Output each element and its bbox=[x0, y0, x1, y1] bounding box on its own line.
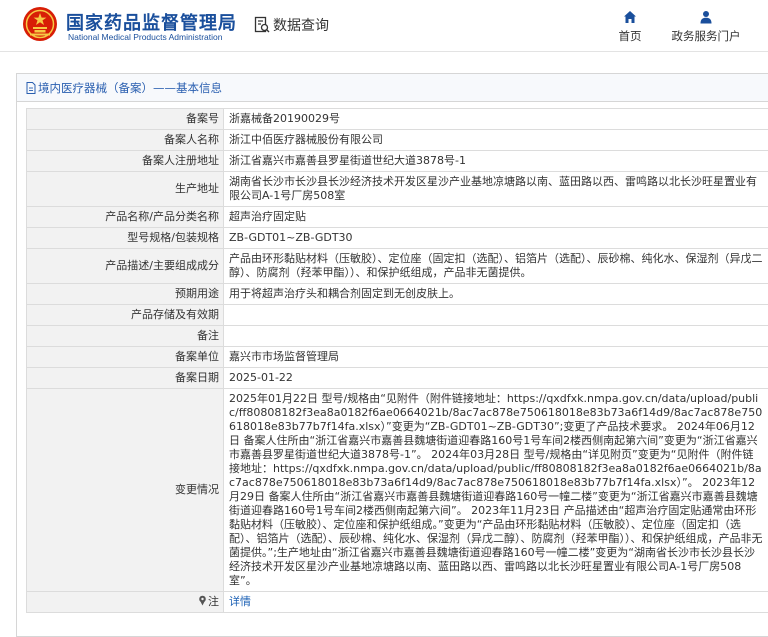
table-row: 备案单位 嘉兴市市场监督管理局 bbox=[26, 346, 768, 368]
field-label: 备案日期 bbox=[26, 367, 224, 389]
data-query-heading: 数据查询 bbox=[254, 15, 329, 35]
details-link[interactable]: 详情 bbox=[229, 595, 251, 608]
field-label: 型号规格/包装规格 bbox=[26, 227, 224, 249]
field-value bbox=[223, 304, 768, 326]
table-row: 备案人注册地址 浙江省嘉兴市嘉善县罗星街道世纪大道3878号-1 bbox=[26, 150, 768, 172]
nav-home-label: 首页 bbox=[618, 29, 642, 43]
field-value: 用于将超声治疗头和耦合剂固定到无创皮肤上。 bbox=[223, 283, 768, 305]
field-value: 湖南省长沙市长沙县长沙经济技术开发区星沙产业基地凉塘路以南、蓝田路以西、雷鸣路以… bbox=[223, 171, 768, 207]
field-value: 浙嘉械备20190029号 bbox=[223, 108, 768, 130]
record-panel: 境内医疗器械（备案）——基本信息 备案号 浙嘉械备20190029号 备案人名称… bbox=[16, 73, 768, 637]
table-row: 产品存储及有效期 bbox=[26, 304, 768, 326]
home-icon bbox=[624, 11, 636, 23]
record-detail-table: 备案号 浙嘉械备20190029号 备案人名称 浙江中佰医疗器械股份有限公司 备… bbox=[26, 108, 768, 613]
field-label: 产品名称/产品分类名称 bbox=[26, 206, 224, 228]
national-emblem-icon bbox=[23, 7, 57, 41]
field-label: 产品描述/主要组成成分 bbox=[26, 248, 224, 284]
site-header: 国家药品监督管理局 National Medical Products Admi… bbox=[0, 0, 768, 52]
field-label: 生产地址 bbox=[26, 171, 224, 207]
table-row: 生产地址 湖南省长沙市长沙县长沙经济技术开发区星沙产业基地凉塘路以南、蓝田路以西… bbox=[26, 171, 768, 207]
nav-government-services-label: 政务服务门户 bbox=[671, 29, 741, 43]
document-icon bbox=[26, 82, 36, 94]
site-logo-subtitle[interactable]: National Medical Products Administration bbox=[68, 32, 223, 42]
field-label: 备案人注册地址 bbox=[26, 150, 224, 172]
field-label: 预期用途 bbox=[26, 283, 224, 305]
nav-home[interactable]: 首页 bbox=[614, 10, 646, 44]
table-row: 备注 bbox=[26, 325, 768, 347]
panel-title-section: ——基本信息 bbox=[153, 81, 222, 95]
field-label: 备注 bbox=[26, 325, 224, 347]
field-label: 变更情况 bbox=[26, 388, 224, 592]
field-label: 备案单位 bbox=[26, 346, 224, 368]
table-row: 备案日期 2025-01-22 bbox=[26, 367, 768, 389]
panel-title: 境内医疗器械（备案）——基本信息 bbox=[17, 74, 768, 102]
field-value: 浙江省嘉兴市嘉善县罗星街道世纪大道3878号-1 bbox=[223, 150, 768, 172]
note-icon bbox=[199, 595, 206, 606]
field-value: 2025-01-22 bbox=[223, 367, 768, 389]
field-label: 备案号 bbox=[26, 108, 224, 130]
field-value: 超声治疗固定贴 bbox=[223, 206, 768, 228]
details-link-cell: 详情 bbox=[223, 591, 768, 613]
field-label-text: 注 bbox=[208, 595, 219, 608]
field-value bbox=[223, 325, 768, 347]
panel-title-category: 境内医疗器械（备案） bbox=[38, 81, 153, 95]
field-label: 备案人名称 bbox=[26, 129, 224, 151]
table-row: 注 详情 bbox=[26, 591, 768, 613]
data-query-label: 数据查询 bbox=[273, 18, 329, 34]
nav-government-services[interactable]: 政务服务门户 bbox=[666, 10, 746, 44]
table-row: 产品描述/主要组成成分 产品由环形黏贴材料（压敏胶）、定位座（固定扣（选配）、铝… bbox=[26, 248, 768, 284]
table-row: 型号规格/包装规格 ZB-GDT01~ZB-GDT30 bbox=[26, 227, 768, 249]
table-row: 预期用途 用于将超声治疗头和耦合剂固定到无创皮肤上。 bbox=[26, 283, 768, 305]
field-label-note: 注 bbox=[26, 591, 224, 613]
table-row: 产品名称/产品分类名称 超声治疗固定贴 bbox=[26, 206, 768, 228]
field-value: 浙江中佰医疗器械股份有限公司 bbox=[223, 129, 768, 151]
field-value: 产品由环形黏贴材料（压敏胶）、定位座（固定扣（选配）、铝箔片（选配）、辰砂棉、纯… bbox=[223, 248, 768, 284]
user-icon bbox=[700, 11, 712, 24]
field-value: ZB-GDT01~ZB-GDT30 bbox=[223, 227, 768, 249]
document-search-icon bbox=[254, 16, 270, 33]
table-row: 变更情况 2025年01月22日 型号/规格由“见附件（附件链接地址：https… bbox=[26, 388, 768, 592]
field-label: 产品存储及有效期 bbox=[26, 304, 224, 326]
table-row: 备案号 浙嘉械备20190029号 bbox=[26, 108, 768, 130]
field-value: 嘉兴市市场监督管理局 bbox=[223, 346, 768, 368]
change-history-value: 2025年01月22日 型号/规格由“见附件（附件链接地址：https://qx… bbox=[223, 388, 768, 592]
table-row: 备案人名称 浙江中佰医疗器械股份有限公司 bbox=[26, 129, 768, 151]
